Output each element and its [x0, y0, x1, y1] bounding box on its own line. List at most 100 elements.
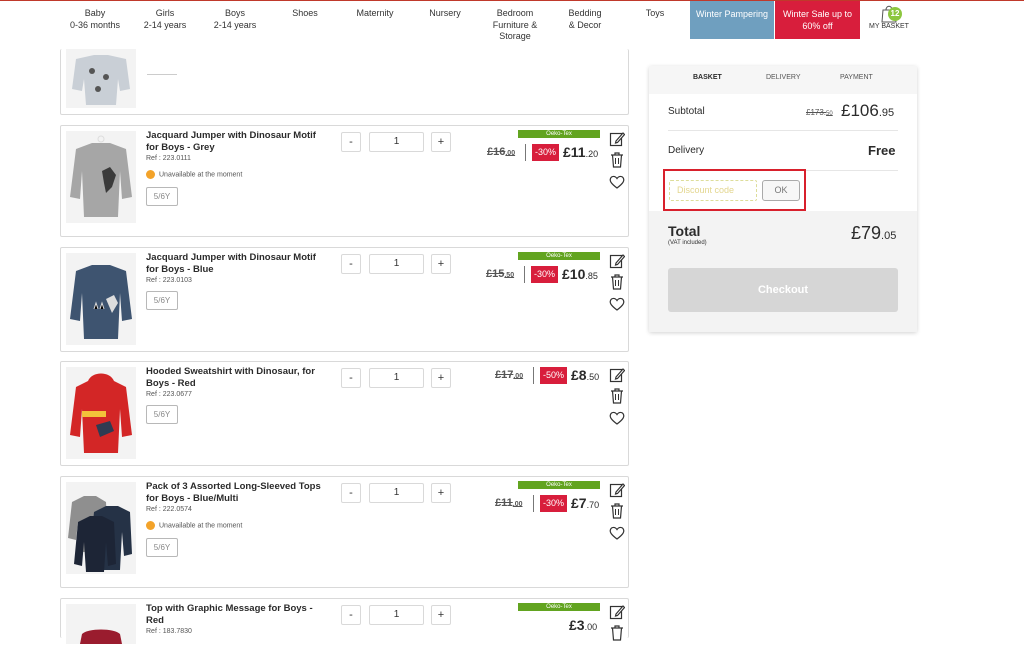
quantity-input[interactable]: 1 — [369, 254, 424, 274]
subtotal-label: Subtotal — [668, 106, 705, 117]
trash-icon[interactable] — [609, 388, 625, 404]
qty-decrease-button[interactable]: - — [341, 132, 361, 152]
nav-baby-label: Baby — [84, 8, 106, 18]
size-selector[interactable]: 5/6Y — [146, 291, 178, 310]
edit-icon[interactable] — [609, 482, 626, 498]
qty-decrease-button[interactable]: - — [341, 483, 361, 503]
total-decimal: .05 — [881, 230, 897, 242]
nav-bedroom-label: Bedroom — [496, 8, 534, 18]
nav-boys-sub: 2-14 years — [213, 19, 257, 30]
checkout-button[interactable]: Checkout — [668, 268, 898, 312]
nav-girls[interactable]: Girls 2-14 years — [138, 8, 192, 31]
product-title[interactable]: Jacquard Jumper with Dinosaur Motif for … — [146, 252, 326, 275]
edit-icon[interactable] — [609, 253, 626, 269]
current-price-main: £10 — [562, 266, 586, 282]
current-price-main: £7 — [571, 495, 587, 511]
product-title[interactable]: Pack of 3 Assorted Long-Sleeved Tops for… — [146, 481, 326, 504]
quantity-input[interactable]: 1 — [369, 132, 424, 152]
edit-icon[interactable] — [609, 604, 626, 620]
divider — [147, 74, 177, 75]
my-basket-link[interactable]: 12 MY BASKET — [866, 1, 912, 30]
product-title[interactable]: Hooded Sweatshirt with Dinosaur, for Boy… — [146, 366, 326, 389]
warning-dot-icon — [146, 170, 155, 179]
current-price-main: £8 — [571, 367, 587, 383]
nav-boys[interactable]: Boys 2-14 years — [208, 8, 262, 31]
nav-nursery[interactable]: Nursery — [418, 8, 472, 20]
nav-bedroom[interactable]: Bedroom Furniture & Storage — [486, 8, 544, 43]
trash-icon[interactable] — [609, 274, 625, 290]
heart-icon[interactable] — [609, 296, 625, 312]
original-price-main: £11 — [495, 497, 513, 509]
price-separator — [524, 266, 525, 283]
oeko-tex-label: Oeko-Tex — [518, 252, 600, 260]
product-image[interactable] — [66, 604, 136, 644]
nav-shoes-label: Shoes — [292, 8, 318, 18]
divider — [668, 130, 898, 131]
product-ref: Ref : 223.0111 — [146, 155, 191, 162]
trash-icon[interactable] — [609, 503, 625, 519]
size-selector[interactable]: 5/6Y — [146, 187, 178, 206]
subtotal-original: £173.50 — [806, 108, 833, 117]
product-image[interactable] — [66, 367, 136, 459]
product-title[interactable]: Top with Graphic Message for Boys - Red — [146, 603, 326, 626]
total-label: Total — [668, 223, 701, 239]
qty-increase-button[interactable]: + — [431, 483, 451, 503]
heart-icon[interactable] — [609, 525, 625, 541]
nav-maternity[interactable]: Maternity — [346, 8, 404, 20]
product-ref: Ref : 223.0677 — [146, 391, 192, 398]
product-ref: Ref : 222.0574 — [146, 506, 192, 513]
nav-bedroom-sub: Furniture & — [492, 19, 538, 30]
nav-toys[interactable]: Toys — [630, 8, 680, 20]
heart-icon[interactable] — [609, 410, 625, 426]
discount-code-input[interactable]: Discount code — [669, 180, 757, 201]
nav-winter-pampering[interactable]: Winter Pampering — [690, 1, 774, 39]
discount-ok-button[interactable]: OK — [762, 180, 800, 201]
current-price: £3.00 — [569, 617, 597, 633]
qty-decrease-button[interactable]: - — [341, 254, 361, 274]
heart-icon[interactable] — [609, 174, 625, 190]
nav-winter-sale[interactable]: Winter Sale up to 60% off — [775, 1, 860, 39]
qty-increase-button[interactable]: + — [431, 605, 451, 625]
availability-text: Unavailable at the moment — [159, 171, 243, 179]
size-selector[interactable]: 5/6Y — [146, 405, 178, 424]
qty-increase-button[interactable]: + — [431, 368, 451, 388]
nav-baby[interactable]: Baby 0-36 months — [66, 8, 124, 31]
size-selector[interactable]: 5/6Y — [146, 538, 178, 557]
product-title[interactable]: Jacquard Jumper with Dinosaur Motif for … — [146, 130, 326, 153]
qty-increase-button[interactable]: + — [431, 254, 451, 274]
edit-icon[interactable] — [609, 367, 626, 383]
nav-shoes[interactable]: Shoes — [280, 8, 330, 20]
nav-winter-pampering-sub: Pampering — [724, 9, 769, 19]
original-price-decimal: .00 — [512, 501, 523, 508]
product-image[interactable] — [66, 49, 136, 108]
step-payment: PAYMENT — [840, 74, 873, 81]
trash-icon[interactable] — [609, 625, 625, 641]
nav-nursery-label: Nursery — [429, 8, 461, 18]
nav-girls-sub: 2-14 years — [143, 19, 187, 30]
availability-status: Unavailable at the moment — [146, 521, 242, 530]
quantity-input[interactable]: 1 — [369, 368, 424, 388]
qty-decrease-button[interactable]: - — [341, 368, 361, 388]
nav-bedding[interactable]: Bedding & Decor — [558, 8, 612, 31]
original-price: £15.50 — [486, 268, 514, 280]
original-price-main: £17 — [495, 369, 514, 381]
discount-code-highlight: Discount code OK — [663, 169, 806, 211]
total-main: £79 — [851, 223, 882, 243]
current-price-decimal: .20 — [585, 149, 599, 159]
trash-icon[interactable] — [609, 152, 625, 168]
product-ref: Ref : 223.0103 — [146, 277, 192, 284]
total-section: Total (VAT included) £79.05 Checkout — [649, 211, 917, 332]
product-image[interactable] — [66, 131, 136, 223]
price-separator — [533, 495, 534, 512]
qty-increase-button[interactable]: + — [431, 132, 451, 152]
product-image[interactable] — [66, 253, 136, 345]
original-price-decimal: .00 — [505, 150, 516, 157]
qty-decrease-button[interactable]: - — [341, 605, 361, 625]
nav-baby-sub: 0-36 months — [69, 19, 121, 30]
edit-icon[interactable] — [609, 131, 626, 147]
nav-bedding-label: Bedding — [568, 8, 602, 18]
quantity-input[interactable]: 1 — [369, 483, 424, 503]
product-image[interactable] — [66, 482, 136, 574]
cart-item-card: Pack of 3 Assorted Long-Sleeved Tops for… — [60, 476, 629, 588]
quantity-input[interactable]: 1 — [369, 605, 424, 625]
